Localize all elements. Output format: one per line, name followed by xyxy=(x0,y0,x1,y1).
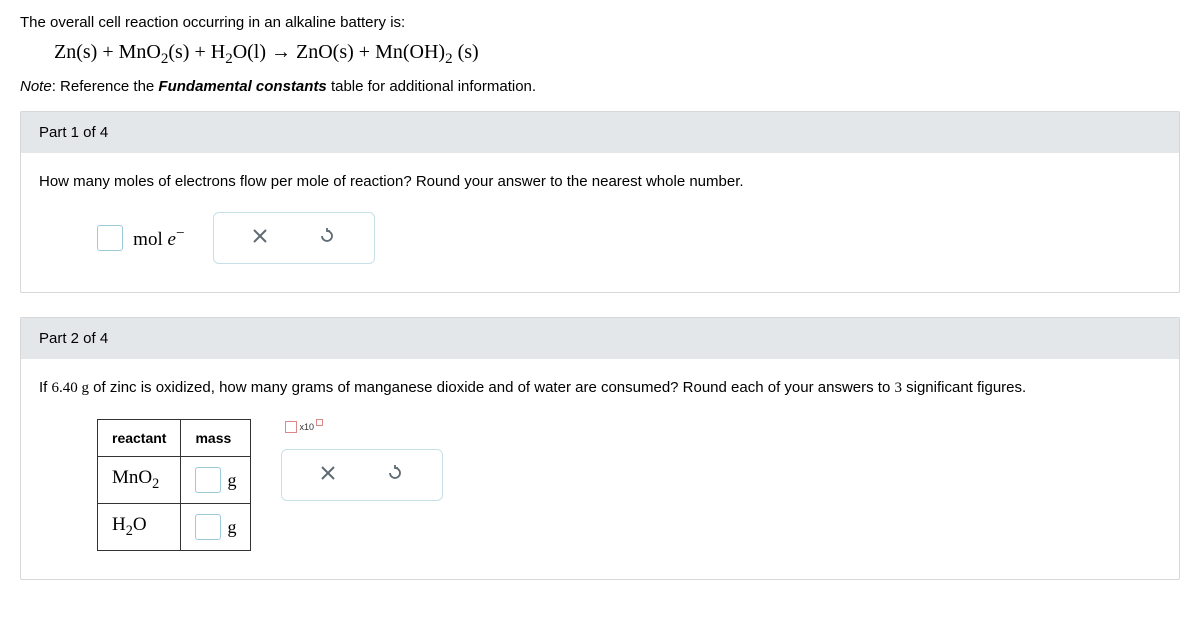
r2a: H xyxy=(112,514,126,535)
p2-qval: 6.40 g xyxy=(52,380,90,396)
part2-question: If 6.40 g of zinc is oxidized, how many … xyxy=(39,379,1161,397)
x-icon xyxy=(320,465,336,481)
part2-card: Part 2 of 4 If 6.40 g of zinc is oxidize… xyxy=(20,317,1180,580)
mno2-unit: g xyxy=(227,470,236,491)
part1-unit: mol e− xyxy=(133,229,184,250)
reactant-table: reactant mass MnO2 g xyxy=(97,419,251,551)
eq-lhs2a: MnO xyxy=(119,41,161,63)
eq-arrow: → xyxy=(266,41,296,63)
part1-controls xyxy=(213,212,375,264)
table-row: H2O g xyxy=(98,504,251,551)
x-icon xyxy=(252,228,268,244)
note-prefix: Note xyxy=(20,78,52,95)
part1-unit-sup: − xyxy=(176,225,185,242)
part1-answer-row: mol e− xyxy=(97,212,1161,264)
part1-header: Part 1 of 4 xyxy=(21,112,1179,153)
eq-plus1: + xyxy=(97,41,118,63)
r1a: MnO xyxy=(112,467,152,488)
undo-icon xyxy=(318,227,336,245)
eq-lhs3b: O(l) xyxy=(233,41,266,63)
p2-qa: If xyxy=(39,379,52,396)
sci-notation-button[interactable]: x10 xyxy=(281,419,443,435)
r2b: O xyxy=(133,514,147,535)
eq-plus2: + xyxy=(189,41,210,63)
note-suffix: table for additional information. xyxy=(327,78,536,95)
r2s: 2 xyxy=(126,523,133,539)
h2o-unit: g xyxy=(227,517,236,538)
col-reactant: reactant xyxy=(98,420,181,457)
note-text: Note: Reference the Fundamental constant… xyxy=(20,78,1180,95)
clear-button[interactable] xyxy=(252,228,268,248)
mno2-mass-input[interactable] xyxy=(195,467,221,493)
p2-qsig: 3 xyxy=(894,380,902,396)
part1-question: How many moles of electrons flow per mol… xyxy=(39,173,1161,190)
eq-rhs1: ZnO(s) xyxy=(296,41,354,63)
eq-rhs2b: (s) xyxy=(453,41,479,63)
undo-button[interactable] xyxy=(318,227,336,249)
sci-square-icon xyxy=(285,421,297,433)
part1-answer-box-wrap: mol e− xyxy=(97,225,185,251)
cell-reaction-equation: Zn(s) + MnO2(s) + H2O(l) → ZnO(s) + Mn(O… xyxy=(54,41,1180,68)
reactant-mno2: MnO2 xyxy=(98,457,181,504)
part1-unit-b: e xyxy=(167,229,175,250)
table-row: MnO2 g xyxy=(98,457,251,504)
undo-button[interactable] xyxy=(386,464,404,486)
eq-rhs2a: Mn(OH) xyxy=(375,41,445,63)
mass-cell-h2o: g xyxy=(181,504,251,551)
p2-qb: of zinc is oxidized, how many grams of m… xyxy=(89,379,894,396)
part1-unit-a: mol xyxy=(133,229,167,250)
eq-rhs2sub: 2 xyxy=(445,51,453,67)
table-header-row: reactant mass xyxy=(98,420,251,457)
part1-answer-input[interactable] xyxy=(97,225,123,251)
part2-header: Part 2 of 4 xyxy=(21,318,1179,359)
intro-text: The overall cell reaction occurring in a… xyxy=(20,14,1180,31)
h2o-mass-input[interactable] xyxy=(195,514,221,540)
part2-right-panel: x10 xyxy=(281,419,443,501)
r1s: 2 xyxy=(152,476,159,492)
part2-controls xyxy=(281,449,443,501)
col-mass: mass xyxy=(181,420,251,457)
sci-square-sm-icon xyxy=(316,419,323,426)
note-link[interactable]: Fundamental constants xyxy=(158,78,326,95)
eq-lhs1: Zn(s) xyxy=(54,41,97,63)
sci-x10-label: x10 xyxy=(299,422,314,432)
part1-card: Part 1 of 4 How many moles of electrons … xyxy=(20,111,1180,293)
reactant-h2o: H2O xyxy=(98,504,181,551)
clear-button[interactable] xyxy=(320,465,336,485)
eq-lhs3a: H xyxy=(211,41,225,63)
eq-lhs3sub: 2 xyxy=(225,51,233,67)
mass-cell-mno2: g xyxy=(181,457,251,504)
undo-icon xyxy=(386,464,404,482)
note-mid: : Reference the xyxy=(52,78,159,95)
eq-plus3: + xyxy=(354,41,375,63)
p2-qc: significant figures. xyxy=(902,379,1026,396)
eq-lhs2b: (s) xyxy=(168,41,189,63)
